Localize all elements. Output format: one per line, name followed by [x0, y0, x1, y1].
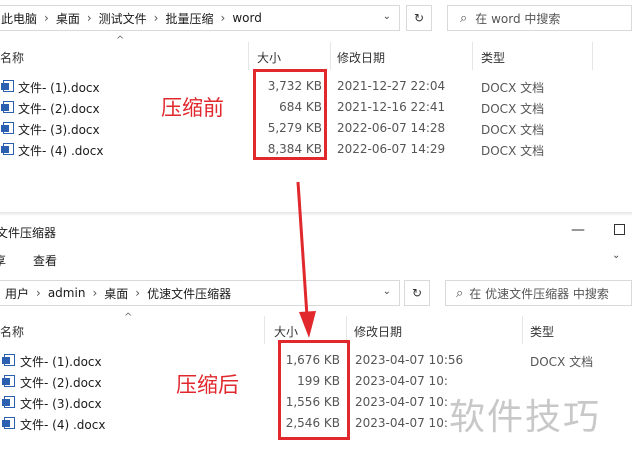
file-name: 文件- (3).docx [20, 397, 102, 411]
bottom-search-box[interactable]: ⌕ 在 优速文件压缩器 中搜索 [445, 280, 632, 306]
file-type: DOCX 文档 [481, 144, 545, 158]
bottom-column-header-type[interactable]: 类型 [530, 323, 554, 340]
chevron-right-icon: › [220, 11, 226, 25]
top-address-bar[interactable]: 此电脑 › 桌面 › 测试文件 › 批量压缩 › word ⌄ [0, 5, 400, 31]
chevron-down-icon[interactable]: ⌄ [383, 11, 391, 22]
file-name: 文件- (4) .docx [20, 418, 106, 432]
refresh-icon: ↻ [411, 286, 423, 300]
word-document-icon [2, 375, 15, 387]
file-date: 2023-04-07 10: [355, 395, 448, 409]
word-document-icon [1, 80, 14, 92]
file-date: 2022-06-07 14:28 [337, 121, 446, 135]
column-divider [248, 42, 249, 70]
file-type: DOCX 文档 [530, 355, 594, 369]
file-date: 2021-12-27 22:04 [337, 79, 446, 93]
file-name: 文件- (1).docx [20, 355, 102, 369]
bottom-column-header-name[interactable]: 名称 [0, 323, 24, 340]
file-name: 文件- (1).docx [18, 81, 100, 95]
file-date: 2023-04-07 10: [355, 374, 448, 388]
word-document-icon [1, 143, 14, 155]
file-name: 文件- (3).docx [18, 123, 100, 137]
file-type: DOCX 文档 [481, 81, 545, 95]
file-type: DOCX 文档 [481, 102, 545, 116]
top-search-placeholder: 在 word 中搜索 [475, 11, 561, 26]
bottom-window-title: 文件压缩器 [0, 226, 57, 240]
top-breadcrumb-item[interactable]: 批量压缩 [165, 6, 213, 30]
ribbon-tab-share[interactable]: 享 [0, 252, 6, 269]
annotation-after-compression: 压缩后 [176, 373, 239, 397]
annotation-highlight-box [253, 69, 327, 160]
top-column-header-name[interactable]: 名称 [0, 49, 24, 66]
word-document-icon [1, 101, 14, 113]
column-divider [592, 42, 593, 70]
file-name: 文件- (4) .docx [18, 144, 104, 158]
chevron-right-icon: › [135, 286, 141, 300]
top-explorer-window: 此电脑 › 桌面 › 测试文件 › 批量压缩 › word ⌄ ↻ ⌕ 在 wo… [0, 0, 632, 212]
bottom-column-header-date[interactable]: 修改日期 [354, 323, 402, 340]
search-icon: ⌕ [456, 285, 464, 301]
word-document-icon [2, 417, 15, 429]
column-divider [522, 316, 523, 344]
refresh-icon: ↻ [413, 11, 425, 25]
file-date: 2022-06-07 14:29 [337, 142, 446, 156]
column-divider [472, 42, 473, 70]
bottom-breadcrumb-item[interactable]: 用户 [0, 281, 29, 305]
file-name: 文件- (2).docx [18, 102, 100, 116]
bottom-refresh-button[interactable]: ↻ [404, 280, 430, 306]
chevron-right-icon: › [153, 11, 159, 25]
annotation-highlight-box [278, 340, 350, 440]
ribbon-tab-view[interactable]: 查看 [33, 252, 57, 269]
bottom-breadcrumb-item[interactable]: 优速文件压缩器 [147, 281, 231, 305]
bottom-address-bar[interactable]: 用户 › admin › 桌面 › 优速文件压缩器 ⌄ [0, 280, 400, 306]
chevron-down-icon[interactable]: ⌄ [612, 250, 620, 261]
top-breadcrumb-item[interactable]: 测试文件 [99, 6, 147, 30]
chevron-right-icon: › [86, 11, 92, 25]
minimize-icon[interactable]: — [571, 222, 585, 238]
top-column-header-date[interactable]: 修改日期 [337, 49, 385, 66]
chevron-right-icon: › [44, 11, 49, 25]
file-date: 2023-04-07 10:56 [355, 353, 464, 367]
bottom-explorer-window: 文件压缩器 — 享 查看 ⌄ 用户 › admin › 桌面 › 优速文件压缩器… [0, 216, 632, 457]
column-divider [264, 316, 265, 344]
annotation-before-compression: 压缩前 [161, 96, 224, 120]
file-date: 2021-12-16 22:41 [337, 100, 446, 114]
word-document-icon [2, 396, 15, 408]
top-breadcrumb-item[interactable]: word [232, 6, 262, 30]
word-document-icon [2, 354, 15, 366]
top-breadcrumb-item[interactable]: 桌面 [56, 6, 80, 30]
search-icon: ⌕ [460, 10, 468, 26]
column-divider [330, 42, 331, 70]
bottom-breadcrumb-item[interactable]: 桌面 [104, 281, 128, 305]
maximize-icon[interactable] [614, 224, 625, 235]
chevron-down-icon[interactable]: ⌄ [383, 286, 391, 297]
top-refresh-button[interactable]: ↻ [406, 5, 432, 31]
chevron-right-icon: › [92, 286, 98, 300]
watermark-text: 软件技巧 [449, 397, 602, 438]
file-date: 2023-04-07 10: [355, 416, 448, 430]
bottom-column-header-size[interactable]: 大小 [274, 323, 298, 340]
top-breadcrumb-item[interactable]: 此电脑 [0, 6, 37, 30]
sort-ascending-icon: ^ [116, 35, 125, 46]
top-search-box[interactable]: ⌕ 在 word 中搜索 [447, 5, 632, 31]
sort-ascending-icon: ^ [124, 312, 133, 323]
top-column-header-type[interactable]: 类型 [481, 49, 505, 66]
chevron-right-icon: › [36, 286, 41, 300]
file-type: DOCX 文档 [481, 123, 545, 137]
top-column-header-size[interactable]: 大小 [257, 49, 281, 66]
bottom-breadcrumb-item[interactable]: admin [48, 281, 86, 305]
bottom-search-placeholder: 在 优速文件压缩器 中搜索 [469, 286, 609, 301]
file-name: 文件- (2).docx [20, 376, 102, 390]
word-document-icon [1, 122, 14, 134]
